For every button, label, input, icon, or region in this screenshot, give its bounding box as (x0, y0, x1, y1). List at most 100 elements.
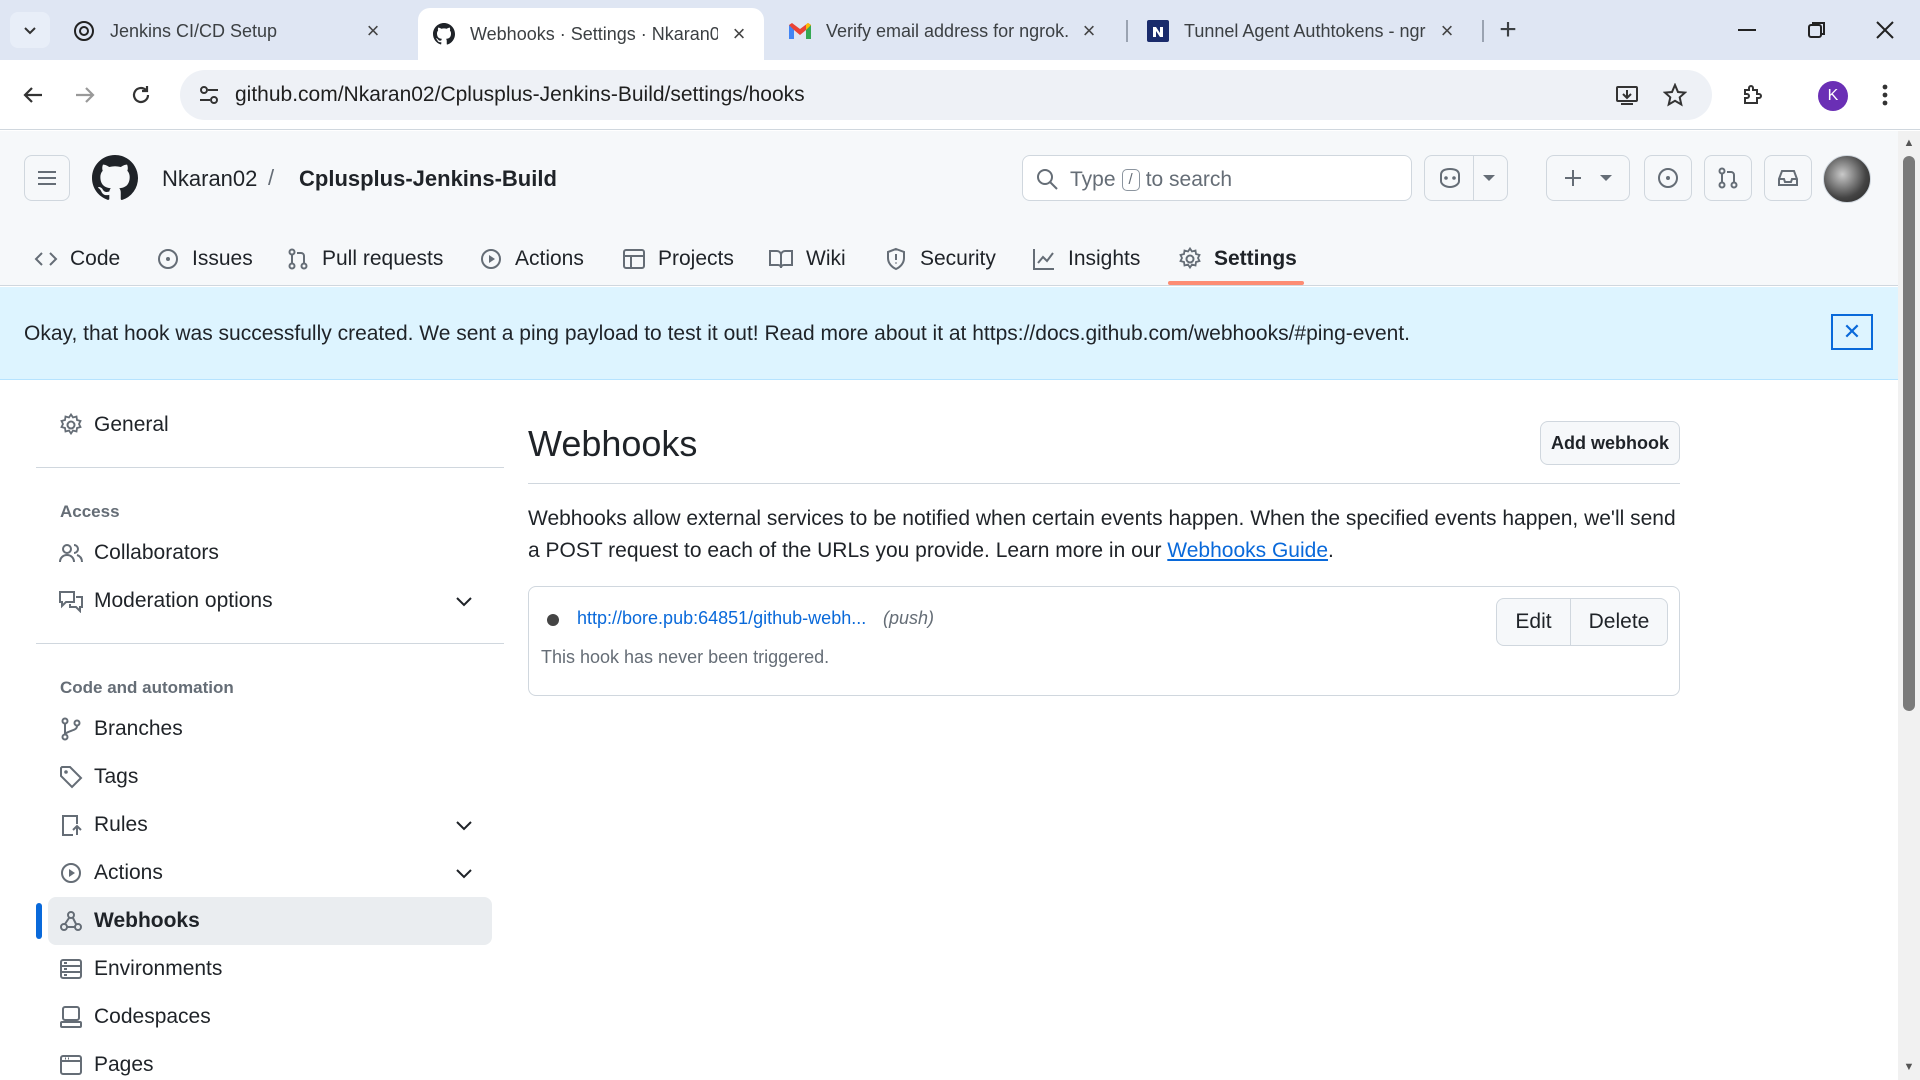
hook-status-dot (547, 614, 559, 626)
site-info-icon[interactable] (194, 80, 224, 110)
pull-requests-button[interactable] (1704, 155, 1752, 201)
sidebar-item-label: Rules (94, 813, 148, 836)
menu-button[interactable] (24, 155, 70, 201)
hook-events: (push) (883, 608, 935, 628)
sidebar-item-rules[interactable]: Rules (48, 801, 492, 849)
browser-tab-webhooks[interactable]: Webhooks · Settings · Nkaran02 × (418, 8, 764, 60)
hook-actions: Edit Delete (1496, 598, 1668, 646)
search-icon (1037, 169, 1058, 190)
browser-menu-button[interactable] (1864, 74, 1906, 116)
extensions-button[interactable] (1732, 74, 1774, 116)
sidebar-item-label: Codespaces (94, 1005, 211, 1028)
search-input[interactable]: Type / to search (1022, 155, 1412, 201)
profile-avatar[interactable]: K (1818, 81, 1848, 111)
copilot-button[interactable] (1424, 155, 1508, 201)
browser-tab-gmail[interactable]: Verify email address for ngrok.c × (774, 10, 1114, 52)
openai-icon (72, 19, 96, 43)
tab-label: Pull requests (322, 246, 444, 270)
tab-code[interactable]: Code (34, 231, 120, 286)
sidebar-item-codespaces[interactable]: Codespaces (48, 993, 492, 1041)
sidebar-item-label: Tags (94, 765, 139, 788)
tab-actions[interactable]: Actions (479, 231, 584, 286)
sidebar-item-general[interactable]: General (48, 401, 492, 449)
tab-label: Issues (192, 246, 253, 270)
browser-tab-ngrok[interactable]: Tunnel Agent Authtokens - ngr × (1132, 10, 1472, 52)
shield-icon (887, 247, 905, 270)
tab-wiki[interactable]: Wiki (768, 231, 846, 286)
inbox-icon (1778, 170, 1798, 186)
search-placeholder-suffix: to search (1145, 168, 1233, 191)
address-bar[interactable]: github.com/Nkaran02/Cplusplus-Jenkins-Bu… (180, 70, 1712, 120)
tab-security[interactable]: Security (884, 231, 996, 286)
sidebar-item-label: Pages (94, 1053, 154, 1076)
chevron-down-icon (1600, 175, 1612, 181)
create-new-button[interactable] (1546, 155, 1630, 201)
sidebar-item-actions[interactable]: Actions (48, 849, 492, 897)
path-separator: / (268, 165, 275, 190)
forward-button[interactable] (64, 74, 106, 116)
bookmark-star-icon[interactable] (1660, 80, 1690, 110)
repo-push-icon (58, 812, 84, 838)
ngrok-icon (1146, 19, 1170, 43)
scroll-down-arrow-icon[interactable]: ▼ (1903, 1061, 1915, 1073)
sidebar-item-moderation-options[interactable]: Moderation options (48, 577, 492, 625)
scroll-up-arrow-icon[interactable]: ▲ (1903, 137, 1915, 149)
issues-button[interactable] (1644, 155, 1692, 201)
tab-issues[interactable]: Issues (156, 231, 253, 286)
delete-button[interactable]: Delete (1571, 599, 1667, 645)
tab-projects[interactable]: Projects (622, 231, 734, 286)
branch-icon (58, 716, 84, 742)
repo-nav: Code Issues Pull requests Actions Projec… (0, 231, 1898, 286)
table-icon (623, 248, 645, 269)
sidebar-item-pages[interactable]: Pages (48, 1041, 492, 1080)
close-icon[interactable]: × (362, 18, 384, 43)
inbox-button[interactable] (1764, 155, 1812, 201)
tab-insights[interactable]: Insights (1032, 231, 1140, 286)
hook-url-link[interactable]: http://bore.pub:64851/github-webh... (577, 608, 866, 629)
close-icon[interactable]: ✕ (1831, 314, 1873, 350)
repo-header: Nkaran02 / Cplusplus-Jenkins-Build Type … (0, 131, 1898, 286)
close-icon[interactable]: × (1078, 18, 1100, 43)
sidebar-item-label: General (94, 413, 169, 436)
owner-link[interactable]: Nkaran02 (162, 166, 257, 192)
minimize-icon[interactable] (1724, 12, 1770, 48)
copilot-icon (1439, 167, 1460, 189)
issue-icon (1658, 168, 1678, 188)
close-icon[interactable]: × (728, 21, 750, 46)
page-scrollbar[interactable]: ▲ ▼ (1898, 131, 1920, 1080)
sidebar-item-branches[interactable]: Branches (48, 705, 492, 753)
sidebar-item-label: Actions (94, 861, 163, 884)
reload-button[interactable] (120, 74, 162, 116)
tag-icon (58, 764, 84, 790)
close-icon[interactable]: × (1436, 18, 1458, 43)
play-icon (481, 248, 501, 269)
back-button[interactable] (12, 74, 54, 116)
people-icon (58, 540, 84, 566)
webhooks-guide-link[interactable]: Webhooks Guide (1167, 539, 1328, 562)
scroll-thumb[interactable] (1903, 156, 1915, 711)
tab-search-button[interactable] (10, 12, 50, 48)
install-app-icon[interactable] (1612, 80, 1642, 110)
gear-icon (58, 412, 84, 438)
tab-settings[interactable]: Settings (1178, 231, 1297, 286)
tab-title: Webhooks · Settings · Nkaran02 (470, 23, 718, 44)
repo-link[interactable]: Cplusplus-Jenkins-Build (299, 166, 557, 192)
add-webhook-button[interactable]: Add webhook (1540, 421, 1680, 465)
restore-icon[interactable] (1794, 12, 1840, 48)
webhook-list-item: http://bore.pub:64851/github-webh... (pu… (528, 586, 1680, 696)
sidebar-item-webhooks[interactable]: Webhooks (48, 897, 492, 945)
sidebar-item-tags[interactable]: Tags (48, 753, 492, 801)
sidebar-item-label: Environments (94, 957, 223, 980)
close-window-icon[interactable] (1862, 12, 1908, 48)
new-tab-button[interactable]: + (1492, 13, 1524, 46)
plus-icon (1565, 170, 1581, 186)
github-icon (432, 22, 456, 46)
tab-pull-requests[interactable]: Pull requests (286, 231, 443, 286)
gmail-icon (788, 19, 812, 43)
sidebar-item-environments[interactable]: Environments (48, 945, 492, 993)
github-logo-icon[interactable] (92, 155, 138, 201)
sidebar-item-collaborators[interactable]: Collaborators (48, 529, 492, 577)
edit-button[interactable]: Edit (1497, 599, 1571, 645)
browser-tab-jenkins[interactable]: Jenkins CI/CD Setup × (58, 10, 398, 52)
user-avatar[interactable] (1823, 155, 1871, 203)
